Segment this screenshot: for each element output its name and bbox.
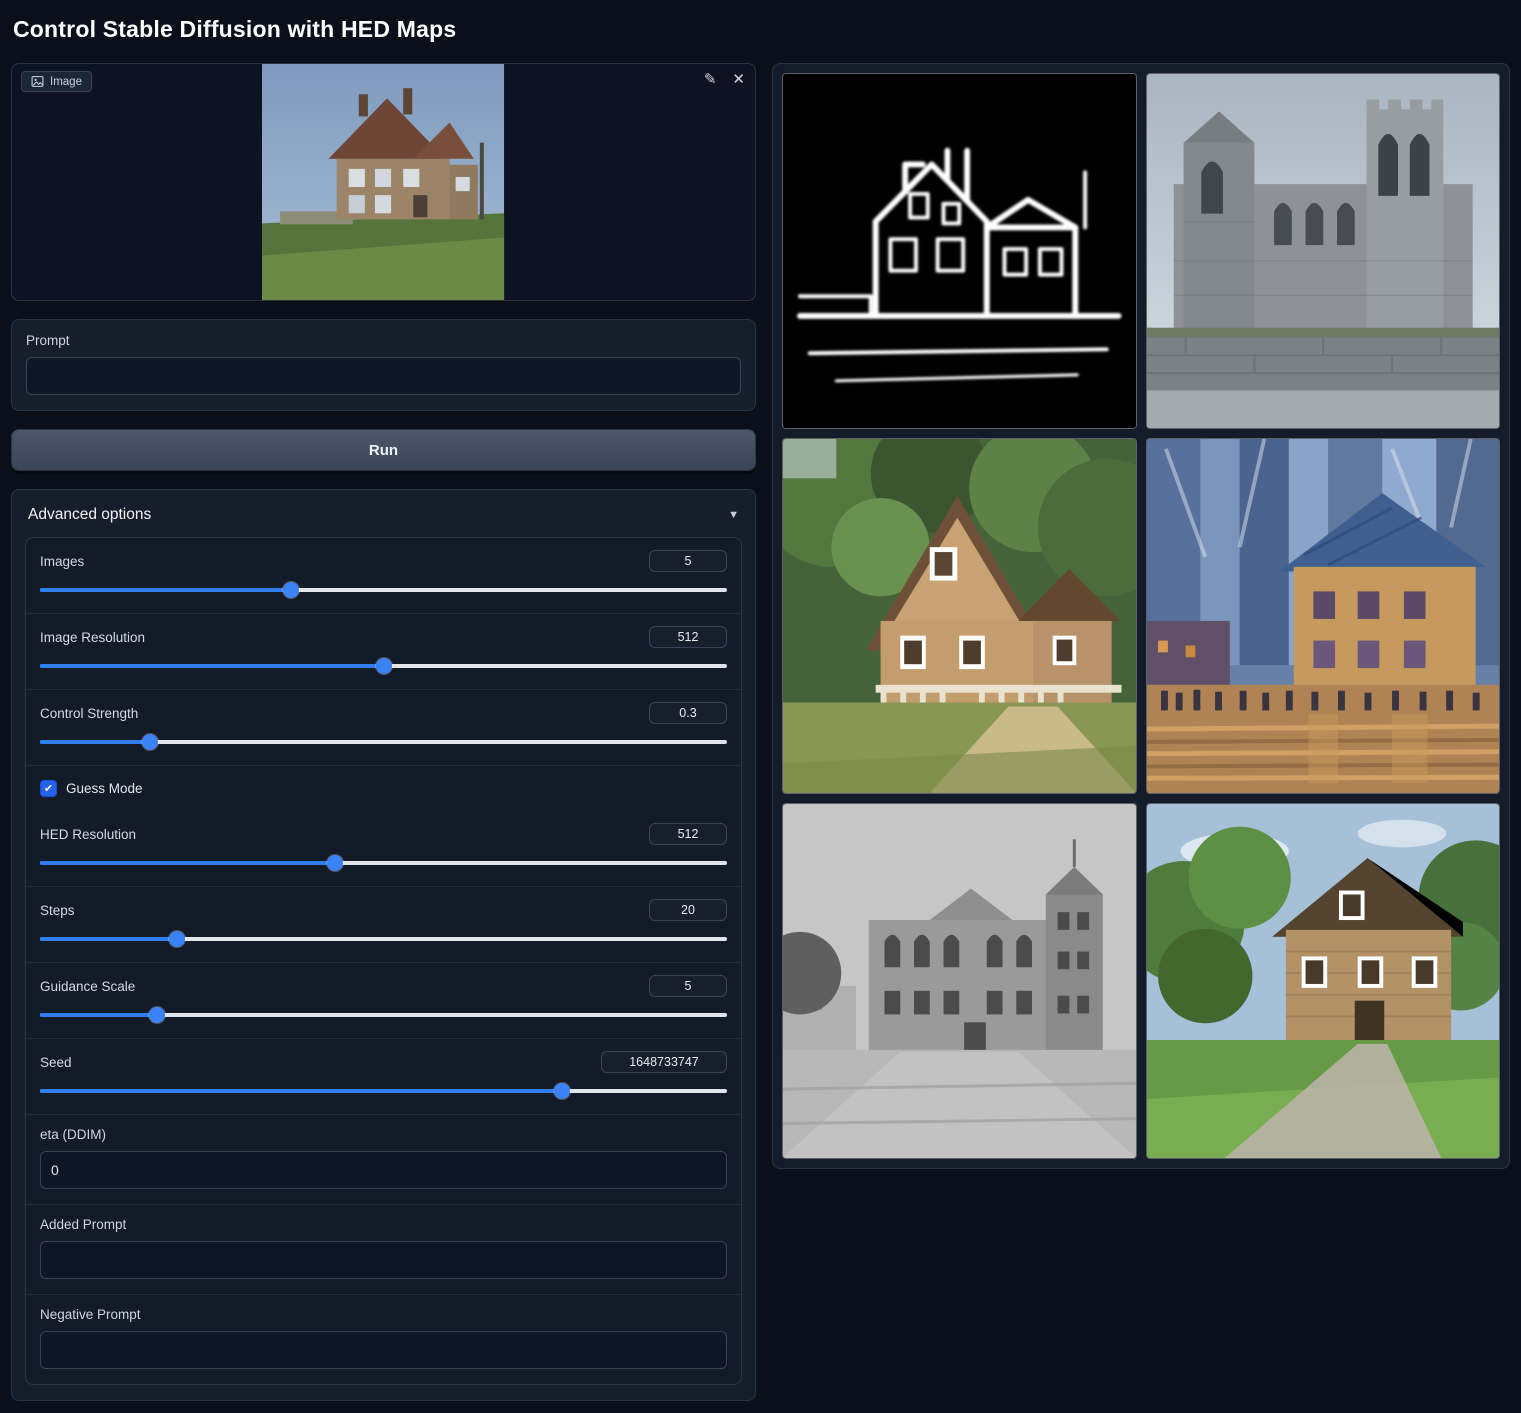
eta-input[interactable] — [40, 1151, 727, 1189]
seed-label: Seed — [40, 1055, 72, 1070]
slider-handle[interactable] — [149, 1007, 165, 1023]
prompt-input[interactable] — [26, 357, 741, 395]
added-prompt-label: Added Prompt — [40, 1217, 727, 1232]
control-strength-slider[interactable] — [40, 734, 727, 750]
slider-handle[interactable] — [169, 931, 185, 947]
eta-control: eta (DDIM) — [26, 1115, 741, 1205]
control-strength-label: Control Strength — [40, 706, 138, 721]
hed-resolution-value[interactable]: 512 — [649, 823, 727, 845]
cathedral-image — [1147, 74, 1500, 428]
edit-image-button[interactable]: ✎ — [702, 70, 719, 89]
prompt-label: Prompt — [26, 333, 741, 348]
slider-handle[interactable] — [376, 658, 392, 674]
guidance-scale-control: Guidance Scale 5 — [26, 963, 741, 1039]
seed-slider[interactable] — [40, 1083, 727, 1099]
rustic-house-image — [1147, 804, 1500, 1158]
negative-prompt-control: Negative Prompt — [26, 1295, 741, 1384]
hed-edge-map-image — [783, 74, 1136, 428]
chevron-down-icon: ▼ — [728, 509, 739, 521]
image-resolution-label: Image Resolution — [40, 630, 145, 645]
output-column — [772, 63, 1510, 1169]
run-button[interactable]: Run — [11, 429, 756, 471]
steps-value[interactable]: 20 — [649, 899, 727, 921]
added-prompt-control: Added Prompt — [26, 1205, 741, 1295]
control-strength-control: Control Strength 0.3 — [26, 690, 741, 766]
grayscale-building-image — [783, 804, 1136, 1158]
images-control: Images 5 — [26, 538, 741, 614]
controls-column: Image ✎ ✕ — [11, 63, 756, 1401]
seed-control: Seed 1648733747 — [26, 1039, 741, 1115]
slider-handle[interactable] — [554, 1083, 570, 1099]
advanced-controls: Images 5 Image Resolution 512 — [25, 537, 742, 1385]
page-title: Control Stable Diffusion with HED Maps — [13, 16, 1510, 43]
guess-mode-checkbox[interactable]: ✔ — [40, 780, 57, 797]
negative-prompt-input[interactable] — [40, 1331, 727, 1369]
guidance-scale-value[interactable]: 5 — [649, 975, 727, 997]
image-label-badge: Image — [21, 71, 92, 92]
prompt-block: Prompt — [11, 319, 756, 411]
gallery-item-cathedral[interactable] — [1146, 73, 1501, 429]
gallery-item-painterly-house[interactable] — [1146, 438, 1501, 794]
steps-control: Steps 20 — [26, 887, 741, 963]
image-tools: ✎ ✕ — [702, 70, 747, 89]
image-resolution-slider[interactable] — [40, 658, 727, 674]
steps-slider[interactable] — [40, 931, 727, 947]
advanced-options: Advanced options ▼ Images 5 — [11, 489, 756, 1401]
advanced-options-title: Advanced options — [28, 506, 151, 524]
check-icon: ✔ — [44, 782, 53, 795]
painterly-house-image — [1147, 439, 1500, 793]
added-prompt-input[interactable] — [40, 1241, 727, 1279]
guess-mode-control: ✔ Guess Mode — [26, 766, 741, 811]
image-resolution-control: Image Resolution 512 — [26, 614, 741, 690]
negative-prompt-label: Negative Prompt — [40, 1307, 727, 1322]
steps-label: Steps — [40, 903, 75, 918]
images-slider[interactable] — [40, 582, 727, 598]
guess-mode-label[interactable]: Guess Mode — [66, 781, 143, 796]
eta-label: eta (DDIM) — [40, 1127, 727, 1142]
images-value[interactable]: 5 — [649, 550, 727, 572]
gallery-item-rustic-house[interactable] — [1146, 803, 1501, 1159]
gallery-item-grayscale-building[interactable] — [782, 803, 1137, 1159]
images-label: Images — [40, 554, 84, 569]
hed-resolution-control: HED Resolution 512 — [26, 811, 741, 887]
results-gallery — [772, 63, 1510, 1169]
main-layout: Image ✎ ✕ — [11, 63, 1510, 1401]
guidance-scale-slider[interactable] — [40, 1007, 727, 1023]
clear-image-button[interactable]: ✕ — [730, 70, 747, 89]
hed-resolution-label: HED Resolution — [40, 827, 136, 842]
slider-handle[interactable] — [283, 582, 299, 598]
control-strength-value[interactable]: 0.3 — [649, 702, 727, 724]
image-label: Image — [50, 76, 82, 88]
slider-handle[interactable] — [142, 734, 158, 750]
hed-resolution-slider[interactable] — [40, 855, 727, 871]
uploaded-house-photo — [262, 64, 504, 300]
gallery-item-hed-map[interactable] — [782, 73, 1137, 429]
seed-value[interactable]: 1648733747 — [601, 1051, 727, 1073]
slider-handle[interactable] — [327, 855, 343, 871]
image-resolution-value[interactable]: 512 — [649, 626, 727, 648]
wooden-house-image — [783, 439, 1136, 793]
gallery-item-wooden-house[interactable] — [782, 438, 1137, 794]
advanced-options-header[interactable]: Advanced options ▼ — [25, 503, 742, 537]
guidance-scale-label: Guidance Scale — [40, 979, 135, 994]
image-upload[interactable]: Image ✎ ✕ — [11, 63, 756, 301]
image-icon — [31, 75, 44, 88]
